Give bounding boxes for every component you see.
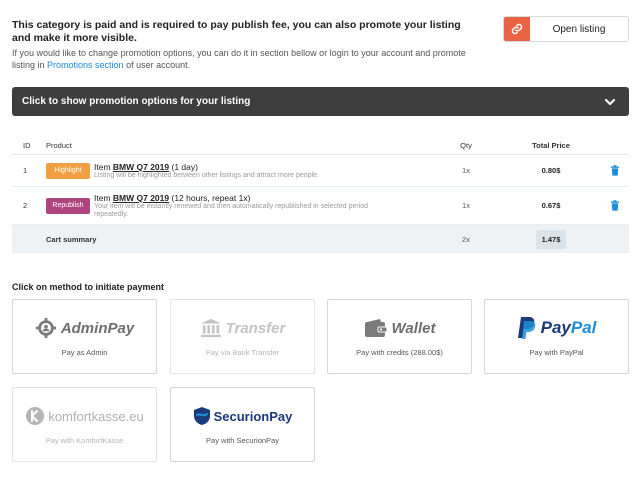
table-row: 2 Republish Item BMW Q7 2019 (12 hours, … — [12, 187, 629, 225]
paypal-caption: Pay with PayPal — [529, 348, 584, 357]
securionpay-method[interactable]: SecurionPay Pay with SecurionPay — [170, 387, 315, 462]
securionpay-logo-pay: Pay — [269, 408, 293, 424]
komfortkasse-method[interactable]: komfortkasse.eu Pay with KomfortKasse — [12, 387, 157, 462]
transfer-logo: Transfer — [225, 319, 286, 337]
row-qty: 1x — [462, 201, 470, 210]
transfer-caption: Pay via Bank Transfer — [205, 348, 280, 357]
gear-icon — [35, 317, 56, 339]
promotions-section-link[interactable]: Promotions section — [47, 60, 124, 70]
col-product-header: Product — [46, 140, 72, 150]
paypal-icon — [517, 317, 535, 339]
cart-summary-qty: 2x — [462, 234, 470, 244]
securionpay-caption: Pay with SecurionPay — [206, 436, 279, 445]
komfortkasse-caption: Pay with KomfortKasse — [45, 436, 124, 445]
item-prefix: Item — [94, 161, 111, 172]
wallet-icon — [364, 319, 388, 337]
paypal-method[interactable]: PayPal Pay with PayPal — [484, 299, 629, 374]
trash-icon — [611, 200, 619, 211]
item-prefix: Item — [94, 192, 111, 203]
open-listing-button[interactable]: Open listing — [503, 16, 629, 42]
paypal-logo-pal: Pal — [570, 318, 597, 337]
fee-notice-title: This category is paid and is required to… — [12, 19, 461, 44]
col-id-header: ID — [23, 140, 31, 150]
item-description: Listing will be highlighted between othe… — [94, 171, 319, 179]
komfortkasse-icon — [26, 407, 45, 425]
row-total: 0.80$ — [541, 166, 561, 175]
trash-icon — [611, 165, 619, 176]
securionpay-logo-securion: Securion — [213, 408, 270, 424]
cart-summary-label: Cart summary — [46, 234, 97, 244]
item-name-link[interactable]: BMW Q7 2019 — [113, 193, 169, 203]
bank-icon — [200, 318, 221, 338]
col-qty-header: Qty — [460, 140, 472, 150]
col-total-header: Total Price — [532, 140, 570, 150]
paypal-logo: PayPal — [541, 318, 597, 338]
delete-button[interactable] — [601, 200, 629, 211]
item-name-link[interactable]: BMW Q7 2019 — [113, 162, 169, 172]
cart-summary-row: Cart summary 2x 1.47$ — [12, 225, 629, 253]
promotion-options-label: Click to show promotion options for your… — [22, 96, 251, 107]
cart-summary-total: 1.47$ — [535, 229, 567, 249]
link-icon — [504, 17, 530, 41]
row-qty: 1x — [462, 166, 470, 175]
row-total: 0.67$ — [541, 201, 561, 210]
notice-text-after: of user account. — [126, 60, 191, 70]
bank-transfer-method[interactable]: Transfer Pay via Bank Transfer — [170, 299, 315, 374]
wallet-logo: Wallet — [391, 319, 436, 337]
delete-button[interactable] — [601, 165, 629, 176]
cart-header-row: ID Product Qty Total Price — [12, 136, 629, 155]
wallet-method[interactable]: Wallet Pay with credits (288.00$) — [327, 299, 472, 374]
highlight-badge: Highlight — [46, 162, 90, 179]
komfortkasse-logo: komfortkasse.eu — [48, 408, 144, 424]
row-id: 2 — [23, 201, 28, 210]
open-listing-label: Open listing — [552, 23, 606, 35]
item-duration: (1 day) — [171, 161, 198, 172]
adminpay-logo: AdminPay — [60, 319, 135, 337]
row-id: 1 — [23, 166, 28, 175]
chevron-down-icon — [601, 93, 619, 111]
adminpay-caption: Pay as Admin — [61, 348, 108, 357]
securionpay-icon — [193, 407, 210, 425]
cart-table: ID Product Qty Total Price 1 Highlight I… — [12, 136, 629, 253]
paypal-logo-pay: Pay — [540, 318, 571, 337]
republish-badge: Republish — [46, 197, 90, 214]
item-duration: (12 hours, repeat 1x) — [171, 192, 251, 203]
promotion-options-toggle[interactable]: Click to show promotion options for your… — [12, 87, 629, 116]
adminpay-method[interactable]: AdminPay Pay as Admin — [12, 299, 157, 374]
table-row: 1 Highlight Item BMW Q7 2019 (1 day) Lis… — [12, 155, 629, 187]
item-description: Your item will be instantly renewed and … — [94, 202, 369, 218]
payment-methods-title: Click on method to initiate payment — [12, 282, 165, 292]
securionpay-logo: SecurionPay — [214, 409, 293, 424]
fee-notice-text: If you would like to change promotion op… — [12, 47, 482, 71]
wallet-caption: Pay with credits (288.00$) — [356, 348, 443, 357]
